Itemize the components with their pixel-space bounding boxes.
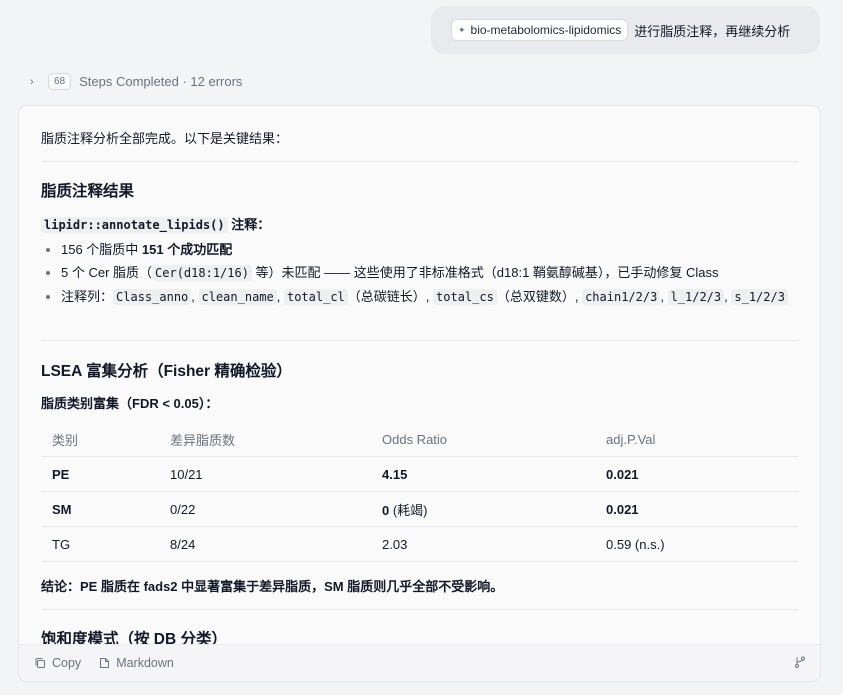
table-row: TG 8/24 2.03 0.59 (n.s.) (41, 526, 799, 562)
table-cell: 0 (耗竭) (371, 491, 595, 527)
steps-count-badge: 68 (48, 73, 72, 90)
table-cell: 10/21 (159, 456, 371, 492)
steps-summary[interactable]: › 68 Steps Completed · 12 errors (30, 73, 242, 90)
copy-icon (35, 658, 45, 668)
table-cell: 8/24 (159, 526, 371, 562)
table-cell: TG (41, 526, 159, 562)
column-header: Odds Ratio (371, 422, 595, 457)
table-header-row: 类别 差异脂质数 Odds Ratio adj.P.Val (41, 422, 799, 457)
lsea-subtitle: 脂质类别富集（FDR < 0.05）： (41, 396, 219, 411)
table-cell: PE (41, 456, 159, 492)
section-title-annotation: 脂质注释结果 (41, 183, 135, 200)
plus-icon: ✦ (458, 24, 466, 35)
user-message-text: 进行脂质注释，再继续分析 (634, 23, 791, 39)
table-row: SM 0/22 0 (耗竭) 0.021 (41, 491, 799, 527)
markdown-label: Markdown (116, 656, 174, 670)
conclusion-text: 结论：PE 脂质在 fads2 中显著富集于差异脂质，SM 脂质则几乎全部不受影… (41, 579, 504, 594)
subtitle-text: 注释： (227, 217, 271, 232)
table-cell: 4.15 (371, 456, 595, 492)
divider (41, 161, 798, 162)
markdown-button[interactable]: Markdown (99, 656, 174, 670)
user-message-bubble: ✦ bio-metabolomics-lipidomics 进行脂质注释，再继续… (431, 6, 820, 54)
column-header: 类别 (41, 422, 159, 457)
function-code: lipidr::annotate_lipids() (41, 217, 228, 233)
skill-chip-label: bio-metabolomics-lipidomics (470, 23, 622, 37)
annotation-list: 156 个脂质中 151 个成功匹配 5 个 Cer 脂质（ Cer(d18:1/… (41, 240, 798, 307)
column-header: 差异脂质数 (159, 422, 371, 457)
divider (41, 609, 798, 610)
table-row: PE 10/21 4.15 0.021 (41, 456, 799, 492)
annotation-subtitle: lipidr::annotate_lipids() 注释： (41, 214, 270, 233)
table-cell: 0.59 (n.s.) (595, 526, 799, 562)
document-icon (100, 658, 110, 668)
chevron-right-icon[interactable]: › (30, 76, 40, 88)
copy-label: Copy (52, 656, 82, 670)
steps-label: Steps Completed · 12 errors (79, 74, 243, 89)
response-intro: 脂质注释分析全部完成。以下是关键结果： (41, 131, 289, 146)
response-footer: Copy Markdown (19, 644, 820, 681)
lsea-table: 类别 差异脂质数 Odds Ratio adj.P.Val PE 10/21 4… (41, 422, 799, 562)
branch-icon[interactable] (794, 656, 806, 668)
section-title-lsea: LSEA 富集分析（Fisher 精确检验） (41, 363, 292, 380)
table-cell: SM (41, 491, 159, 527)
skill-chip[interactable]: ✦ bio-metabolomics-lipidomics (451, 19, 629, 41)
copy-button[interactable]: Copy (34, 656, 81, 670)
list-item: 注释列： Class_anno, clean_name, total_cl （总碳链… (41, 287, 798, 307)
divider (41, 340, 798, 341)
table-cell: 2.03 (371, 526, 595, 562)
table-cell: 0.021 (595, 456, 799, 492)
list-item: 156 个脂质中 151 个成功匹配 (41, 240, 798, 259)
list-item: 5 个 Cer 脂质（ Cer(d18:1/16) 等）未匹配 —— 这些使用了非… (41, 263, 798, 283)
table-cell: 0/22 (159, 491, 371, 527)
column-header: adj.P.Val (595, 422, 799, 457)
table-cell: 0.021 (595, 491, 799, 527)
assistant-response-card: 脂质注释分析全部完成。以下是关键结果： 脂质注释结果 lipidr::annot… (18, 105, 821, 682)
